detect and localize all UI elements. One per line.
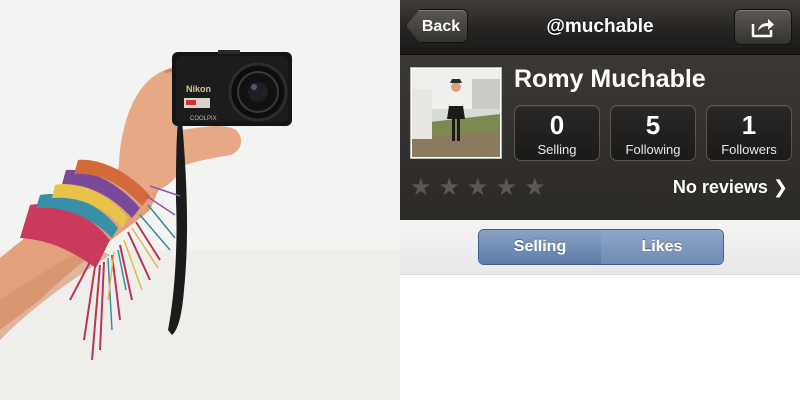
tab-selling[interactable]: Selling [479, 230, 602, 264]
following-count-button[interactable]: 5 Following [610, 105, 696, 161]
star-icon: ★ [495, 174, 518, 201]
star-icon: ★ [467, 174, 489, 201]
avatar-photo [412, 69, 500, 157]
camera-photo-illustration: Nikon COOLPIX [0, 0, 400, 400]
chevron-right-icon: ❯ [772, 177, 788, 197]
navigation-bar: Back @muchable [400, 0, 800, 55]
photo-camera-in-hand: Nikon COOLPIX [0, 0, 400, 400]
following-count: 5 [645, 110, 661, 140]
selling-count: 0 [549, 110, 565, 140]
camera-model-text: COOLPIX [190, 116, 217, 122]
listing-content-area [400, 275, 800, 400]
reviews-link[interactable]: No reviews ❯ [673, 177, 788, 198]
selling-count-button[interactable]: 0 Selling [514, 105, 600, 161]
star-icon: ★ [438, 174, 461, 201]
followers-count-button[interactable]: 1 Followers [706, 105, 792, 161]
followers-count: 1 [741, 110, 757, 140]
profile-name: Romy Muchable [514, 65, 706, 93]
tab-likes[interactable]: Likes [601, 230, 723, 264]
selling-label: Selling [537, 142, 577, 157]
followers-label: Followers [721, 142, 777, 157]
avatar[interactable] [410, 67, 502, 159]
star-icon: ★ [524, 174, 546, 201]
segmented-control: Selling Likes [478, 229, 724, 265]
camera-brand-text: Nikon [186, 84, 211, 94]
app-screen: Back @muchable Romy Muchable 0 Selling 5… [400, 0, 800, 400]
profile-header: Romy Muchable 0 Selling 5 Following 1 Fo… [400, 55, 800, 220]
star-icon: ★ [410, 174, 432, 201]
following-label: Following [625, 142, 681, 157]
reviews-label: No reviews [672, 177, 768, 197]
share-button[interactable] [734, 9, 792, 45]
tab-bar: Selling Likes [400, 220, 800, 275]
rating-stars: ★ ★ ★ ★ ★ [410, 175, 553, 201]
share-icon [751, 19, 774, 38]
